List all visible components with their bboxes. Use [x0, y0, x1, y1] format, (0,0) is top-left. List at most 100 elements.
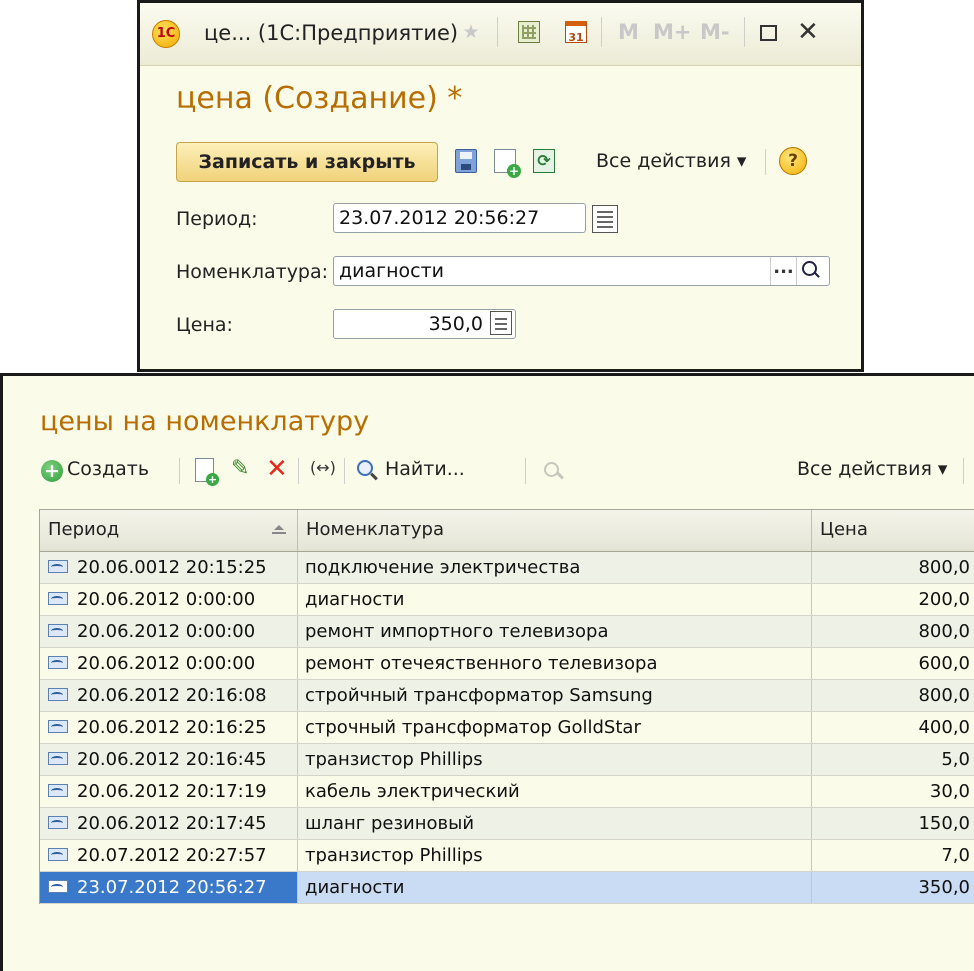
calendar-icon[interactable]: 31 — [565, 21, 587, 44]
price-cell: 600,0 — [918, 653, 970, 674]
item-label: Номенклатура: — [176, 261, 329, 283]
memory-add-button[interactable]: M+ — [653, 20, 692, 44]
period-cell: 20.06.2012 20:17:19 — [40, 776, 298, 807]
item-cell: ремонт отечеяственного телевизора — [298, 648, 812, 679]
price-cell: 30,0 — [929, 781, 970, 802]
item-cell: транзистор Phillips — [298, 744, 812, 775]
calculator-icon[interactable] — [490, 311, 512, 335]
choose-button[interactable]: ... — [770, 257, 796, 285]
window-title: це... (1С:Предприятие) — [204, 21, 459, 45]
period-value: 20.06.2012 20:17:45 — [77, 813, 267, 834]
price-field[interactable]: 350,0 — [333, 309, 516, 339]
register-record-icon — [48, 591, 68, 605]
table-row[interactable]: 23.07.2012 20:56:27 диагности 350,0 — [40, 872, 974, 904]
item-field[interactable]: диагности — [333, 256, 830, 286]
period-value: 20.06.2012 0:00:00 — [77, 589, 256, 610]
sort-icon[interactable] — [272, 525, 286, 535]
edit-icon[interactable]: ✎ — [231, 456, 249, 481]
period-cell: 20.06.2012 0:00:00 — [40, 616, 298, 647]
price-cell: 5,0 — [941, 749, 970, 770]
refresh-icon[interactable]: ⟳ — [533, 149, 555, 173]
close-icon[interactable]: ✕ — [797, 17, 819, 47]
save-and-close-button[interactable]: Записать и закрыть — [176, 142, 438, 182]
table-row[interactable]: 20.06.2012 20:16:45 транзистор Phillips 5,… — [40, 744, 974, 776]
all-actions-menu[interactable]: Все действия ▾ — [797, 458, 947, 480]
price-cell: 7,0 — [941, 845, 970, 866]
period-field[interactable]: 23.07.2012 20:56:27 — [333, 203, 586, 233]
toolbar-divider — [525, 458, 526, 484]
favorites-star-icon[interactable]: ★ — [460, 21, 482, 43]
period-cell: 20.06.2012 20:16:45 — [40, 744, 298, 775]
window-titlebar[interactable]: 1С це... (1С:Предприятие) ★ 31 M M+ M- ✕ — [140, 3, 861, 66]
column-price[interactable]: Цена — [812, 510, 974, 551]
table-row[interactable]: 20.06.2012 0:00:00 диагности 200,0 — [40, 584, 974, 616]
item-cell: строчный трансформатор GolldStar — [298, 712, 812, 743]
column-item[interactable]: Номенклатура — [298, 510, 812, 551]
help-icon[interactable]: ? — [779, 147, 807, 175]
calendar-picker-icon[interactable] — [592, 205, 618, 233]
period-value: 23.07.2012 20:56:27 — [77, 877, 267, 898]
memory-subtract-button[interactable]: M- — [700, 20, 730, 44]
all-actions-menu[interactable]: Все действия ▾ — [596, 150, 746, 172]
search-icon[interactable] — [796, 257, 828, 285]
period-cell: 20.06.2012 0:00:00 — [40, 648, 298, 679]
table-row[interactable]: 20.06.2012 20:16:25 строчный трансформато… — [40, 712, 974, 744]
item-cell: шланг резиновый — [298, 808, 812, 839]
register-record-icon — [48, 687, 68, 701]
cancel-search-icon[interactable] — [542, 460, 566, 482]
find-icon[interactable] — [357, 460, 377, 480]
price-cell: 800,0 — [918, 685, 970, 706]
app-logo-icon: 1С — [152, 20, 180, 48]
price-cell: 350,0 — [918, 877, 970, 898]
register-record-icon — [48, 847, 68, 861]
item-cell: транзистор Phillips — [298, 840, 812, 871]
copy-new-icon[interactable] — [494, 149, 521, 178]
register-record-icon — [48, 655, 68, 669]
toolbar-divider — [963, 458, 964, 484]
period-value: 20.06.2012 20:16:45 — [77, 749, 267, 770]
list-title: цены на номенклатуру — [40, 406, 370, 437]
toolbar-divider — [298, 458, 299, 484]
register-record-icon — [48, 783, 68, 797]
item-cell: ремонт импортного телевизора — [298, 616, 812, 647]
register-record-icon — [48, 559, 68, 573]
calculator-icon[interactable] — [518, 21, 540, 43]
period-cell: 23.07.2012 20:56:27 — [40, 872, 298, 903]
price-cell: 200,0 — [918, 589, 970, 610]
price-label: Цена: — [176, 314, 233, 336]
period-range-icon[interactable]: (↔) — [310, 458, 336, 477]
price-cell: 150,0 — [918, 813, 970, 834]
item-cell: диагности — [298, 872, 812, 903]
period-value: 20.06.2012 0:00:00 — [77, 653, 256, 674]
table-row[interactable]: 20.06.2012 20:17:19 кабель электрический 3… — [40, 776, 974, 808]
period-value: 20.06.2012 20:16:25 — [77, 717, 267, 738]
toolbar-divider — [601, 17, 602, 47]
table-row[interactable]: 20.06.2012 20:17:45 шланг резиновый 150,0 — [40, 808, 974, 840]
table-row[interactable]: 20.07.2012 20:27:57 транзистор Phillips 7,… — [40, 840, 974, 872]
table-header: Период Номенклатура Цена — [40, 509, 974, 552]
table-row[interactable]: 20.06.2012 0:00:00 ремонт импортного теле… — [40, 616, 974, 648]
toolbar-divider — [765, 149, 766, 175]
item-cell: кабель электрический — [298, 776, 812, 807]
delete-icon[interactable]: ✕ — [266, 454, 288, 484]
price-list-window: цены на номенклатуру + Создать ✎ ✕ (↔) Н… — [0, 373, 974, 971]
table-row[interactable]: 20.06.0012 20:15:25 подключение электриче… — [40, 552, 974, 584]
price-create-window: 1С це... (1С:Предприятие) ★ 31 M M+ M- ✕… — [137, 0, 864, 372]
find-button[interactable]: Найти... — [385, 458, 465, 480]
period-value: 20.06.2012 20:16:08 — [77, 685, 267, 706]
period-value: 20.06.2012 20:17:19 — [77, 781, 267, 802]
table-row[interactable]: 20.06.2012 20:16:08 стройчный трансформат… — [40, 680, 974, 712]
table-row[interactable]: 20.06.2012 0:00:00 ремонт отечеяственного… — [40, 648, 974, 680]
table-body: 20.06.0012 20:15:25 подключение электриче… — [40, 552, 974, 904]
column-period[interactable]: Период — [40, 510, 298, 551]
period-label: Период: — [176, 208, 258, 230]
memory-store-button[interactable]: M — [618, 20, 639, 44]
register-record-icon — [48, 623, 68, 637]
save-icon[interactable] — [455, 149, 477, 173]
create-icon[interactable]: + — [41, 460, 63, 482]
copy-icon[interactable] — [195, 458, 219, 486]
register-record-icon — [48, 879, 68, 893]
create-button[interactable]: Создать — [67, 458, 149, 480]
period-value: 20.07.2012 20:27:57 — [77, 845, 267, 866]
maximize-icon[interactable] — [760, 25, 777, 41]
